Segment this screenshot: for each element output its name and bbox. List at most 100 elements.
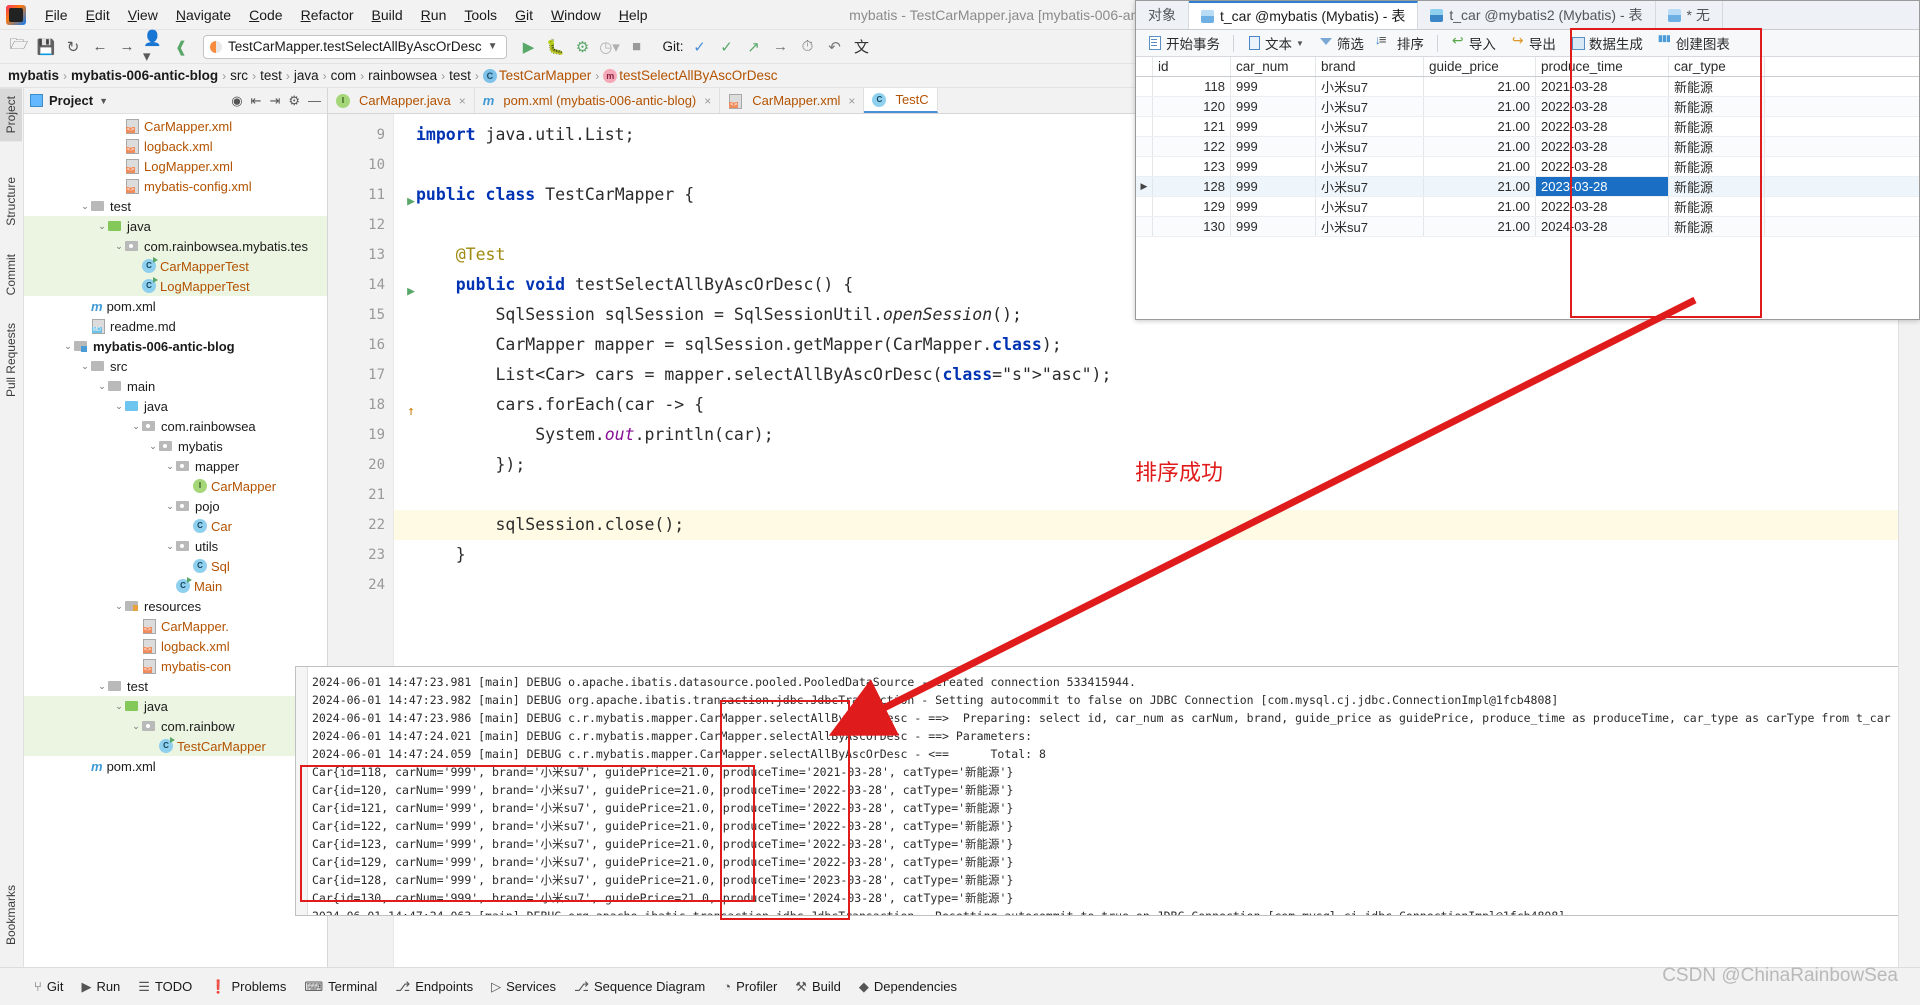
menu-item-view[interactable]: View [119, 3, 167, 27]
translate-icon[interactable]: 文 [851, 36, 873, 58]
cell-car-num[interactable]: 999 [1231, 137, 1316, 156]
cell-id[interactable]: 118 [1153, 77, 1231, 96]
breadcrumb-item-testcarmapper[interactable]: CTestCarMapper [483, 68, 591, 83]
cell-guide-price[interactable]: 21.00 [1424, 77, 1536, 96]
close-icon[interactable]: × [704, 94, 711, 108]
tree-item[interactable]: CMain [24, 576, 327, 596]
cell-id[interactable]: 129 [1153, 197, 1231, 216]
cell-car-num[interactable]: 999 [1231, 77, 1316, 96]
cell-car-num[interactable]: 999 [1231, 197, 1316, 216]
tree-item[interactable]: mybatis-config.xml [24, 176, 327, 196]
breadcrumb-item-test[interactable]: test [260, 68, 282, 83]
git-commit-icon[interactable]: ✓ [716, 36, 738, 58]
cell-produce-time[interactable]: 2024-03-28 [1536, 217, 1669, 236]
table-row[interactable]: 120999小米su721.002022-03-28新能源 [1136, 97, 1919, 117]
tree-item[interactable]: logback.xml [24, 636, 327, 656]
cell-car-type[interactable]: 新能源 [1669, 117, 1765, 136]
column-header-guide_price[interactable]: guide_price [1424, 57, 1536, 76]
cell-brand[interactable]: 小米su7 [1316, 117, 1424, 136]
breadcrumb-item-com[interactable]: com [331, 68, 357, 83]
status-bar-item-dependencies[interactable]: ◆Dependencies [859, 979, 957, 995]
editor-tab-pom-xml-mybatis-006-antic-blog-[interactable]: mpom.xml (mybatis-006-antic-blog)× [475, 88, 720, 113]
chevron-down-icon[interactable]: ⌄ [79, 201, 91, 212]
table-row[interactable]: 118999小米su721.002021-03-28新能源 [1136, 77, 1919, 97]
menu-item-run[interactable]: Run [412, 3, 456, 27]
menu-item-edit[interactable]: Edit [77, 3, 119, 27]
breadcrumb-item-test[interactable]: test [449, 68, 471, 83]
table-row[interactable]: 129999小米su721.002022-03-28新能源 [1136, 197, 1919, 217]
git-update-icon[interactable]: ✓ [689, 36, 711, 58]
cell-id[interactable]: 128 [1153, 177, 1231, 196]
chevron-down-icon[interactable]: ⌄ [147, 441, 159, 452]
column-header-car_type[interactable]: car_type [1669, 57, 1765, 76]
tree-item[interactable]: ⌄src [24, 356, 327, 376]
chevron-down-icon[interactable]: ⌄ [113, 241, 125, 252]
open-project-icon[interactable]: 🗁 [8, 36, 30, 58]
chevron-down-icon[interactable]: ⌄ [96, 221, 108, 232]
back-icon[interactable]: ← [89, 36, 111, 58]
tree-item[interactable]: ⌄test [24, 676, 327, 696]
tree-item[interactable]: CTestCarMapper [24, 736, 327, 756]
menu-item-build[interactable]: Build [363, 3, 412, 27]
collapse-all-icon[interactable]: ⇥ [269, 93, 280, 109]
run-button[interactable]: ▶ [518, 36, 540, 58]
cell-brand[interactable]: 小米su7 [1316, 97, 1424, 116]
status-bar-item-problems[interactable]: ❗Problems [210, 979, 286, 995]
hide-panel-icon[interactable]: — [308, 93, 321, 109]
tree-item[interactable]: ICarMapper [24, 476, 327, 496]
status-bar-item-sequence-diagram[interactable]: ⎇Sequence Diagram [574, 979, 705, 995]
code-line[interactable]: } [394, 540, 1920, 570]
editor-tab-carmapper-java[interactable]: ICarMapper.java× [328, 88, 475, 113]
cell-car-num[interactable]: 999 [1231, 97, 1316, 116]
navicat-tabs[interactable]: 对象t_car @mybatis (Mybatis) - 表t_car @myb… [1136, 1, 1919, 30]
navicat-toolbar[interactable]: 开始事务文本▼筛选排序导入导出数据生成创建图表 [1136, 30, 1919, 57]
editor-tab-testc[interactable]: CTestC [864, 88, 937, 113]
breadcrumb-item-src[interactable]: src [230, 68, 248, 83]
tree-item[interactable]: mybatis-con [24, 656, 327, 676]
run-console[interactable]: 2024-06-01 14:47:23.981 [main] DEBUG o.a… [295, 666, 1920, 916]
breadcrumb-item-mybatis[interactable]: mybatis [8, 68, 59, 83]
table-row[interactable]: ▶128999小米su721.002023-03-28新能源 [1136, 177, 1919, 197]
cell-brand[interactable]: 小米su7 [1316, 177, 1424, 196]
chevron-down-icon[interactable]: ⌄ [96, 381, 108, 392]
cell-car-num[interactable]: 999 [1231, 157, 1316, 176]
tree-item[interactable]: mpom.xml [24, 296, 327, 316]
chevron-down-icon[interactable]: ⌄ [79, 361, 91, 372]
cell-car-num[interactable]: 999 [1231, 177, 1316, 196]
tree-item[interactable]: CarMapper. [24, 616, 327, 636]
menu-item-code[interactable]: Code [240, 3, 291, 27]
gear-icon[interactable]: ⚙ [288, 93, 300, 109]
locate-file-icon[interactable]: ◉ [231, 93, 242, 109]
breadcrumb-item-rainbowsea[interactable]: rainbowsea [368, 68, 437, 83]
cell-id[interactable]: 121 [1153, 117, 1231, 136]
close-icon[interactable]: × [459, 94, 466, 108]
table-row[interactable]: 122999小米su721.002022-03-28新能源 [1136, 137, 1919, 157]
cell-produce-time[interactable]: 2022-03-28 [1536, 157, 1669, 176]
tree-item[interactable]: ⌄java [24, 396, 327, 416]
save-all-icon[interactable]: 💾 [35, 36, 57, 58]
cell-brand[interactable]: 小米su7 [1316, 197, 1424, 216]
breadcrumb-item-java[interactable]: java [294, 68, 319, 83]
sync-icon[interactable]: ↻ [62, 36, 84, 58]
cell-car-type[interactable]: 新能源 [1669, 97, 1765, 116]
cell-guide-price[interactable]: 21.00 [1424, 197, 1536, 216]
chevron-down-icon[interactable]: ⌄ [96, 681, 108, 692]
cell-produce-time[interactable]: 2021-03-28 [1536, 77, 1669, 96]
menu-item-file[interactable]: File [36, 3, 77, 27]
tree-item[interactable]: ⌄com.rainbow [24, 716, 327, 736]
cell-guide-price[interactable]: 21.00 [1424, 217, 1536, 236]
sidebar-item-commit[interactable]: Commit [0, 246, 22, 303]
status-bar-item-git[interactable]: ⑂Git [34, 979, 63, 994]
menu-item-refactor[interactable]: Refactor [292, 3, 363, 27]
run-coverage-icon[interactable]: ⚙ [572, 36, 594, 58]
column-header-brand[interactable]: brand [1316, 57, 1424, 76]
sidebar-item-pull-requests[interactable]: Pull Requests [0, 315, 22, 405]
profile-run-icon[interactable]: ◷▾ [599, 36, 621, 58]
profile-icon[interactable]: 👤▾ [143, 36, 165, 58]
chevron-down-icon[interactable]: ⌄ [164, 501, 176, 512]
code-line[interactable]: sqlSession.close(); [394, 510, 1920, 540]
sidebar-item-bookmarks[interactable]: Bookmarks [0, 877, 22, 953]
chevron-down-icon[interactable]: ⌄ [130, 721, 142, 732]
cell-id[interactable]: 130 [1153, 217, 1231, 236]
navicat-tab-0[interactable]: 对象 [1136, 1, 1189, 29]
